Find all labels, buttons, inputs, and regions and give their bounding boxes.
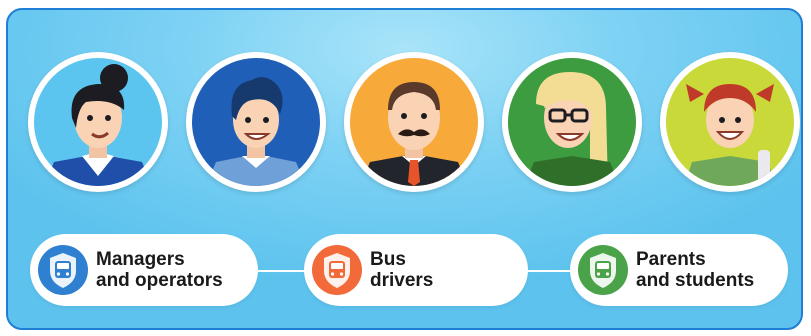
student-avatar (660, 52, 800, 192)
role-label: Managers and operators (96, 249, 223, 291)
male-operator-avatar (186, 52, 326, 192)
audience-panel: Managers and operators Bus drivers Paren… (6, 8, 803, 330)
connector-line (526, 270, 572, 272)
role-label: Bus drivers (370, 249, 434, 291)
bus-shield-icon (38, 245, 88, 295)
parent-avatar (502, 52, 642, 192)
role-managers-operators: Managers and operators (30, 234, 258, 306)
role-label: Parents and students (636, 249, 755, 291)
role-bus-drivers: Bus drivers (304, 234, 528, 306)
female-manager-avatar (28, 52, 168, 192)
bus-shield-icon (312, 245, 362, 295)
bus-shield-icon (578, 245, 628, 295)
bus-driver-avatar (344, 52, 484, 192)
role-parents-students: Parents and students (570, 234, 788, 306)
